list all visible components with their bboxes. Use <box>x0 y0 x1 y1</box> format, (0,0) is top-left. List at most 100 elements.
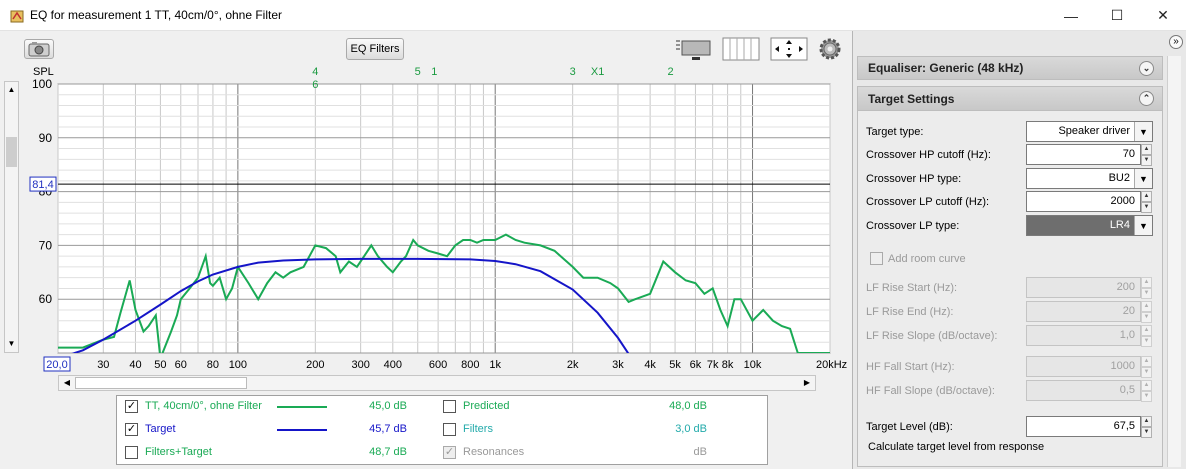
legend-value: dB <box>693 446 707 458</box>
hf-fall-start-label: HF Fall Start (Hz): <box>866 361 955 373</box>
target-level-input[interactable]: 67,5 <box>1026 416 1141 437</box>
y-tick-label: 100 <box>32 77 52 91</box>
hp-cutoff-input[interactable]: 70 <box>1026 144 1141 165</box>
lf-rise-start-input[interactable]: 200 <box>1026 277 1141 298</box>
scroll-right-icon[interactable]: ▶ <box>799 376 815 390</box>
gear-icon[interactable] <box>818 37 842 61</box>
layout-icon[interactable] <box>674 37 714 61</box>
level-marker-label: 81,4 <box>32 179 53 191</box>
y-tick-label: 60 <box>39 292 53 306</box>
x-tick-label: 200 <box>306 359 324 371</box>
columns-icon[interactable] <box>722 37 760 61</box>
x-tick-label: 300 <box>351 359 369 371</box>
panel-scrollbar[interactable] <box>1167 56 1181 467</box>
legend-panel: ✓ TT, 40cm/0°, ohne Filter 45,0 dB ✓ Target 4… <box>116 395 768 465</box>
eq-filters-button[interactable]: EQ Filters <box>346 38 404 60</box>
hf-fall-start-input[interactable]: 1000 <box>1026 356 1141 377</box>
dropdown-arrow-icon[interactable]: ▼ <box>1134 169 1152 188</box>
calculate-level-button[interactable]: Calculate target level from response <box>868 441 1044 453</box>
legend-checkbox[interactable]: ✓ <box>125 400 138 413</box>
collapse-chevron-icon[interactable]: ⌃ <box>1139 91 1154 106</box>
hp-cutoff-spinner[interactable]: ▲ ▼ <box>1141 144 1152 166</box>
camera-icon[interactable] <box>24 39 54 59</box>
filter-marker-label: 4 <box>312 66 318 78</box>
legend-value: 45,7 dB <box>369 423 407 435</box>
x-tick-label: 100 <box>229 359 247 371</box>
target-settings-header[interactable]: Target Settings ⌃ <box>858 87 1162 111</box>
x-tick-label: 600 <box>429 359 447 371</box>
x-tick-label: 6k <box>690 359 702 371</box>
dropdown-arrow-icon[interactable]: ▼ <box>1134 216 1152 235</box>
lf-rise-slope-spinner[interactable]: ▲ ▼ <box>1141 325 1152 347</box>
target-settings-header-label: Target Settings <box>868 91 955 106</box>
lp-cutoff-input[interactable]: 2000 <box>1026 191 1141 212</box>
x-tick-label: 7k <box>707 359 719 371</box>
lf-rise-slope-label: LF Rise Slope (dB/octave): <box>866 330 998 342</box>
hf-fall-slope-input[interactable]: 0,5 <box>1026 380 1141 401</box>
target-type-value: Speaker driver <box>1058 125 1130 137</box>
maximize-button[interactable]: ☐ <box>1094 0 1140 31</box>
target-level-spinner[interactable]: ▲ ▼ <box>1141 416 1152 438</box>
legend-value: 48,0 dB <box>669 400 707 412</box>
legend-checkbox[interactable] <box>443 423 456 436</box>
close-button[interactable]: ✕ <box>1140 0 1186 31</box>
hp-type-select[interactable]: BU2 ▼ <box>1026 168 1153 189</box>
legend-swatch <box>277 429 327 431</box>
lf-rise-end-input[interactable]: 20 <box>1026 301 1141 322</box>
plot-background <box>57 83 831 354</box>
move-arrows-icon[interactable] <box>770 37 808 61</box>
legend-label: Filters+Target <box>145 446 212 458</box>
filter-marker-label: 6 <box>312 79 318 91</box>
equaliser-header[interactable]: Equaliser: Generic (48 kHz) ⌄ <box>857 56 1163 80</box>
x-tick-label: 80 <box>207 359 219 371</box>
hf-fall-slope-label: HF Fall Slope (dB/octave): <box>866 385 995 397</box>
legend-checkbox[interactable]: ✓ <box>443 446 456 459</box>
dropdown-arrow-icon[interactable]: ▼ <box>1134 122 1152 141</box>
lp-type-select[interactable]: LR4 ▼ <box>1026 215 1153 236</box>
legend-label: Predicted <box>463 400 510 412</box>
legend-checkbox[interactable] <box>125 446 138 459</box>
legend-label: Target <box>145 423 176 435</box>
target-type-select[interactable]: Speaker driver ▼ <box>1026 121 1153 142</box>
hp-type-value: BU2 <box>1108 172 1130 184</box>
room-curve-label: Add room curve <box>888 253 966 265</box>
x-tick-label: 4k <box>644 359 656 371</box>
scroll-left-icon[interactable]: ◀ <box>59 376 75 390</box>
x-tick-label: 5k <box>669 359 681 371</box>
equaliser-header-label: Equaliser: Generic (48 kHz) <box>868 61 1024 75</box>
horizontal-scrollbar-thumb[interactable] <box>75 377 247 389</box>
legend-value: 48,7 dB <box>369 446 407 458</box>
lp-type-label: Crossover LP type: <box>866 220 960 232</box>
app-icon <box>9 8 25 24</box>
filter-marker-label: 3 <box>570 66 576 78</box>
lp-type-value: LR4 <box>1109 219 1130 231</box>
x-tick-label: 50 <box>154 359 166 371</box>
minimize-button[interactable]: — <box>1048 0 1094 31</box>
legend-label: TT, 40cm/0°, ohne Filter <box>145 400 262 412</box>
filter-marker-label: 1 <box>431 66 437 78</box>
window-title: EQ for measurement 1 TT, 40cm/0°, ohne F… <box>30 8 283 22</box>
filter-marker-label: 5 <box>415 66 421 78</box>
y-tick-label: 70 <box>39 238 53 252</box>
lf-rise-start-spinner[interactable]: ▲ ▼ <box>1141 277 1152 299</box>
x-tick-label: 10k <box>744 359 762 371</box>
lf-rise-end-spinner[interactable]: ▲ ▼ <box>1141 301 1152 323</box>
filter-marker-label: X1 <box>591 66 604 78</box>
room-curve-checkbox[interactable] <box>870 252 883 265</box>
legend-value: 45,0 dB <box>369 400 407 412</box>
lf-rise-start-label: LF Rise Start (Hz): <box>866 282 958 294</box>
hf-fall-start-spinner[interactable]: ▲ ▼ <box>1141 356 1152 378</box>
lp-cutoff-label: Crossover LP cutoff (Hz): <box>866 196 990 208</box>
x-tick-label: 2k <box>567 359 579 371</box>
lf-rise-slope-input[interactable]: 1,0 <box>1026 325 1141 346</box>
hf-fall-slope-spinner[interactable]: ▲ ▼ <box>1141 380 1152 402</box>
expand-panel-icon[interactable]: » <box>1169 35 1183 49</box>
expand-chevron-icon[interactable]: ⌄ <box>1139 61 1154 76</box>
legend-checkbox[interactable]: ✓ <box>125 423 138 436</box>
frequency-response-chart[interactable]: 10090807060SPL20,0 30 40 50 60 80 100 200 300 400… <box>0 63 852 373</box>
legend-value: 3,0 dB <box>675 423 707 435</box>
hp-cutoff-label: Crossover HP cutoff (Hz): <box>866 149 991 161</box>
legend-checkbox[interactable] <box>443 400 456 413</box>
horizontal-scrollbar[interactable]: ◀ ▶ <box>58 375 816 391</box>
lp-cutoff-spinner[interactable]: ▲ ▼ <box>1141 191 1152 213</box>
